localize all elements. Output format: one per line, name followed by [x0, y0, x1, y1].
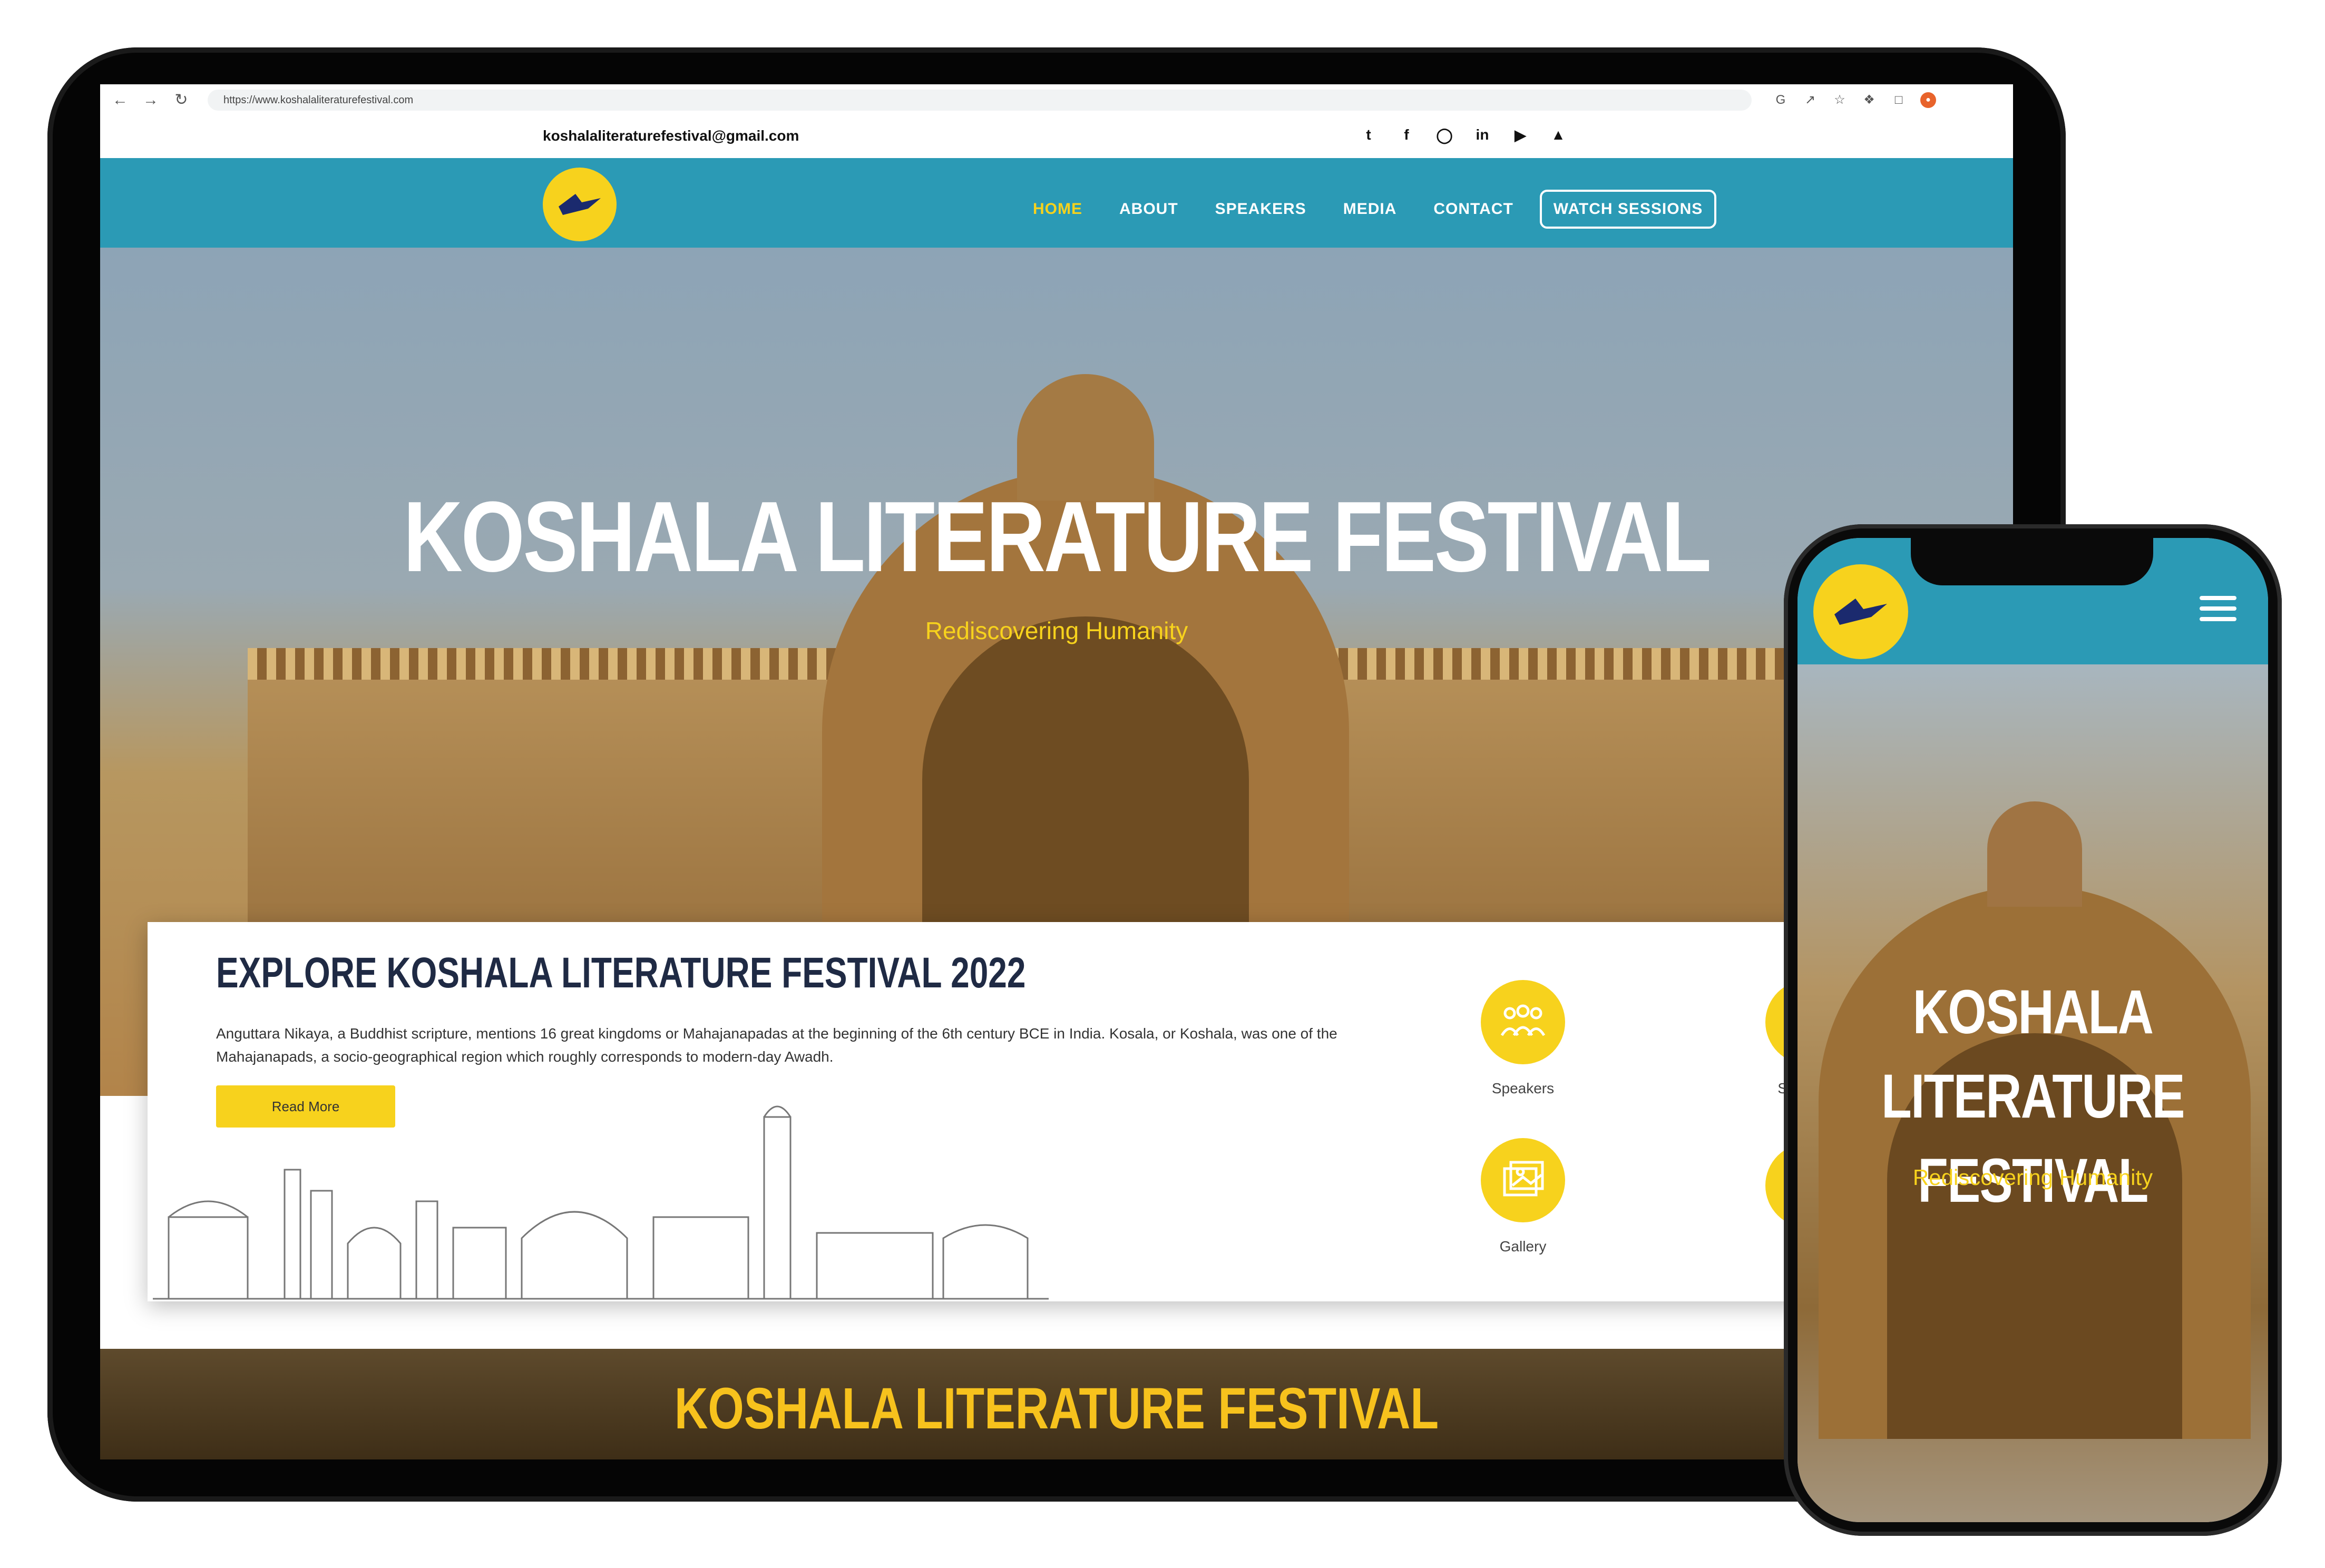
site-logo[interactable] [543, 168, 617, 241]
browser-toolbar: ← → ↻ https://www.koshalaliteraturefesti… [100, 84, 2013, 116]
nav-item-media[interactable]: MEDIA [1343, 200, 1397, 218]
mobile-tower-image [1987, 801, 2082, 907]
browser-extensions: G ↗ ☆ ❖ □ ● [1773, 92, 1936, 108]
puzzle-icon[interactable]: ❖ [1861, 92, 1877, 108]
hamburger-menu-icon[interactable] [2200, 596, 2236, 622]
profile-avatar[interactable]: ● [1920, 92, 1936, 108]
forward-icon[interactable]: → [140, 90, 161, 111]
phone-device: KOSHALA LITERATURE FESTIVAL Rediscoverin… [1784, 524, 2282, 1536]
top-info-bar: koshalaliteraturefestival@gmail.com t f … [100, 116, 2013, 158]
tablet-device: ← → ↻ https://www.koshalaliteraturefesti… [47, 47, 2066, 1502]
festival-band: KOSHALA LITERATURE FESTIVAL [100, 1349, 2013, 1459]
nav-item-home[interactable]: HOME [1033, 200, 1082, 218]
feature-speakers[interactable]: Speakers [1465, 980, 1581, 1097]
explore-card: EXPLORE KOSHALA LITERATURE FESTIVAL 2022… [148, 922, 1992, 1301]
social-links: t f ◯ in ▶ ▲ [1360, 126, 1567, 144]
mobile-hero-tagline: Rediscovering Humanity [1912, 1165, 2153, 1190]
mobile-site-logo[interactable] [1813, 564, 1908, 659]
phone-screen: KOSHALA LITERATURE FESTIVAL Rediscoverin… [1798, 538, 2268, 1522]
lucknow-skyline-illustration [153, 1105, 1049, 1300]
watch-sessions-button[interactable]: WATCH SESSIONS [1539, 190, 1717, 229]
address-bar[interactable]: https://www.koshalaliteraturefestival.co… [208, 90, 1752, 111]
snapchat-icon[interactable]: ▲ [1549, 126, 1567, 144]
contact-email[interactable]: koshalaliteraturefestival@gmail.com [543, 128, 799, 144]
nav-item-about[interactable]: ABOUT [1119, 200, 1178, 218]
back-icon[interactable]: ← [110, 90, 131, 111]
feature-gallery[interactable]: Gallery [1465, 1138, 1581, 1255]
twitter-icon[interactable]: t [1360, 126, 1378, 144]
instagram-icon[interactable]: ◯ [1435, 126, 1453, 144]
nav-item-speakers[interactable]: SPEAKERS [1215, 200, 1306, 218]
facebook-icon[interactable]: f [1398, 126, 1415, 144]
nav-menu: HOME ABOUT SPEAKERS MEDIA CONTACT WATCH … [1033, 190, 1753, 229]
explore-title: EXPLORE KOSHALA LITERATURE FESTIVAL 2022 [216, 949, 1026, 997]
sidebar-icon[interactable]: □ [1891, 92, 1907, 108]
speakers-icon [1481, 980, 1565, 1064]
explore-text: Anguttara Nikaya, a Buddhist scripture, … [216, 1025, 1337, 1065]
youtube-icon[interactable]: ▶ [1511, 126, 1529, 144]
main-navigation: HOME ABOUT SPEAKERS MEDIA CONTACT WATCH … [100, 158, 2013, 248]
hero-title: KOSHALA LITERATURE FESTIVAL [403, 481, 1711, 593]
reload-icon[interactable]: ↻ [171, 90, 192, 111]
bird-logo-icon [559, 194, 601, 215]
hero-tagline: Rediscovering Humanity [925, 617, 1188, 644]
band-title: KOSHALA LITERATURE FESTIVAL [674, 1376, 1439, 1441]
mobile-hero: KOSHALA LITERATURE FESTIVAL Rediscoverin… [1798, 664, 2268, 1522]
linkedin-icon[interactable]: in [1473, 126, 1491, 144]
nav-item-contact[interactable]: CONTACT [1433, 200, 1513, 218]
tablet-screen: ← → ↻ https://www.koshalaliteraturefesti… [100, 84, 2013, 1459]
gallery-icon [1481, 1138, 1565, 1222]
feature-label: Speakers [1491, 1080, 1555, 1096]
phone-notch [1911, 538, 2153, 585]
share-icon[interactable]: ↗ [1802, 92, 1818, 108]
feature-label: Gallery [1499, 1238, 1547, 1255]
bird-logo-icon [1834, 599, 1887, 625]
star-icon[interactable]: ☆ [1832, 92, 1848, 108]
google-icon[interactable]: G [1773, 92, 1789, 108]
